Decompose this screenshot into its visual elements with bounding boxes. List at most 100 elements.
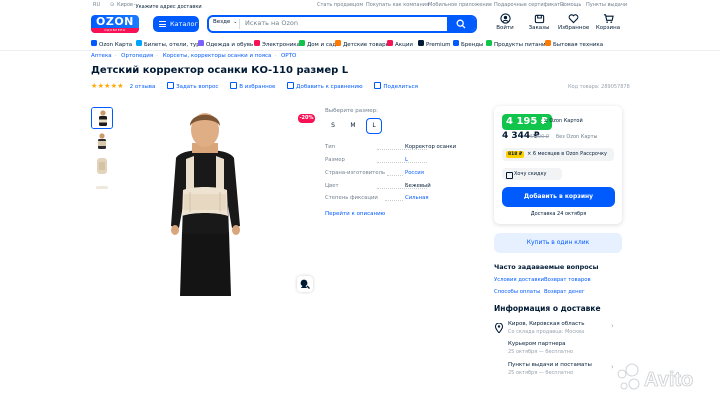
delivery-pickup[interactable]: Пункты выдачи и постаматы xyxy=(508,362,592,368)
breadcrumb-item[interactable]: Аптека xyxy=(91,53,112,59)
nav-item-kids[interactable]: Детские товары xyxy=(335,40,390,48)
spec-value: Бежевый xyxy=(405,183,431,189)
nav-item-food[interactable]: Продукты питания xyxy=(486,40,549,48)
regular-price-label: без Ozon Карты xyxy=(556,134,598,140)
thumbnail-4[interactable] xyxy=(91,179,113,189)
add-to-favorites-link[interactable]: В избранное xyxy=(230,84,275,90)
size-option-l[interactable]: L xyxy=(366,118,382,134)
delivery-courier: Курьером партнера xyxy=(508,341,566,347)
product-meta-row: ★★★★★ 2 отзыва Задать вопрос В избранное… xyxy=(91,82,428,92)
search-icon xyxy=(456,19,466,29)
delivery-courier-sub: 25 октября — бесплатно xyxy=(508,349,574,355)
nav-item-home[interactable]: Дом и сад xyxy=(299,40,336,48)
box-icon xyxy=(534,14,544,24)
product-code: Код товара: 289057878 xyxy=(568,84,630,90)
delivery-title: Информация о доставке xyxy=(494,304,601,313)
nav-item-brands[interactable]: Бренды xyxy=(453,40,483,48)
location-pin-icon: ⊙ xyxy=(110,2,115,8)
size-option-m[interactable]: M xyxy=(345,118,361,134)
spec-value: Корректор осанки xyxy=(405,144,457,150)
avito-watermark: Avito xyxy=(617,363,694,391)
add-to-cart-button[interactable]: Добавить в корзину xyxy=(502,187,615,207)
search-bar: Везде Искать на Ozon xyxy=(207,15,477,33)
breadcrumb-item[interactable]: ОРТО xyxy=(281,53,296,59)
share-link[interactable]: Поделиться xyxy=(374,84,418,90)
menu-icon xyxy=(159,21,166,27)
spec-value[interactable]: L xyxy=(405,157,408,163)
old-price: 5 200 ₽ xyxy=(530,134,550,140)
delivery-date: Доставка 24 октября xyxy=(530,211,587,217)
top-link-app[interactable]: Мобильное приложение xyxy=(428,2,492,8)
chevron-right-icon[interactable]: › xyxy=(611,322,614,330)
address-prompt-link[interactable]: · Укажите адрес доставки xyxy=(134,2,202,10)
header-favorites[interactable]: Избранное xyxy=(558,13,589,31)
faq-link-returns[interactable]: Возврат товаров xyxy=(544,277,591,283)
zoom-icon xyxy=(300,279,310,289)
add-to-compare-link[interactable]: Добавить к сравнению xyxy=(287,84,362,90)
spec-value[interactable]: Сильная xyxy=(405,195,429,201)
spec-value[interactable]: Россия xyxy=(405,170,424,176)
faq-title: Часто задаваемые вопросы xyxy=(494,263,599,271)
top-link-company[interactable]: Покупать как компания xyxy=(366,2,429,8)
spec-key: Страна-изготовитель xyxy=(325,170,386,176)
size-option-s[interactable]: S xyxy=(325,118,341,134)
faq-link-refund[interactable]: Возврат денег xyxy=(544,289,585,295)
reviews-link[interactable]: 2 отзыва xyxy=(130,84,156,90)
top-link-help[interactable]: Помощь xyxy=(560,2,581,8)
breadcrumb-item[interactable]: Ортопедия xyxy=(121,53,153,59)
spec-key: Цвет xyxy=(325,183,339,189)
zoom-button[interactable] xyxy=(297,276,313,292)
header-cart[interactable]: Корзина xyxy=(593,13,623,31)
nav-item-ozon-card[interactable]: Ozon Карта xyxy=(91,40,132,48)
ask-question-link[interactable]: Задать вопрос xyxy=(167,84,218,90)
delivery-address-sub: Со склада продавца: Москва xyxy=(508,329,585,335)
search-scope-select[interactable]: Везде xyxy=(213,19,237,25)
product-main-image[interactable] xyxy=(128,106,283,296)
ozon-logo[interactable]: OZON ОДОБРЕНО ПОКУПАТЕЛЯМИ xyxy=(91,15,139,33)
nav-item-tickets[interactable]: Билеты, отели, туры xyxy=(136,40,204,48)
nav-item-clothes[interactable]: Одежда и обувь xyxy=(198,40,253,48)
rating-stars[interactable]: ★★★★★ xyxy=(91,82,124,90)
city-link[interactable]: Киров xyxy=(117,2,133,8)
installment-amount: 818 ₽ xyxy=(506,151,525,158)
breadcrumb: Аптека · Ортопедия · Корсеты, корректоры о… xyxy=(91,53,297,59)
thumbnail-1[interactable] xyxy=(91,107,113,129)
discount-badge: -20% xyxy=(298,114,315,123)
installment-text: × 6 месяцев в Ozon Рассрочку xyxy=(527,151,607,157)
category-nav: Ozon Карта Билеты, отели, туры Одежда и … xyxy=(0,38,720,50)
header-login[interactable]: Войти xyxy=(490,13,520,31)
search-input[interactable]: Искать на Ozon xyxy=(245,19,298,27)
header-orders[interactable]: Заказы xyxy=(524,13,554,31)
nav-item-electronics[interactable]: Электроника xyxy=(254,40,300,48)
location-pin-icon xyxy=(495,323,503,333)
card-price-label: с Ozon Картой xyxy=(545,118,583,124)
nav-item-sales[interactable]: Акции xyxy=(387,40,413,48)
faq-link-delivery[interactable]: Условия доставки xyxy=(494,277,544,283)
spec-key: Тип xyxy=(325,144,336,150)
faq-link-payment[interactable]: Способы оплаты xyxy=(494,289,540,295)
cart-icon xyxy=(603,14,614,23)
catalog-button[interactable]: Каталог xyxy=(153,16,199,32)
nav-item-premium[interactable]: Premium xyxy=(418,40,450,48)
breadcrumb-item[interactable]: Корсеты, корректоры осанки и пояса xyxy=(163,53,272,59)
spec-row: Степень фиксации Сильная xyxy=(325,195,465,201)
nav-item-appliances[interactable]: Бытовая техника xyxy=(545,40,603,48)
spec-row: Размер L xyxy=(325,157,465,163)
installment-banner[interactable]: 818 ₽ × 6 месяцев в Ozon Рассрочку xyxy=(502,148,614,161)
top-link-seller[interactable]: Стать продавцом xyxy=(317,2,363,8)
go-to-description-link[interactable]: Перейти к описанию xyxy=(325,211,385,217)
top-link-pickup[interactable]: Пункты выдачи xyxy=(586,2,627,8)
heart-icon xyxy=(568,14,578,24)
delivery-address[interactable]: Киров, Кировская область xyxy=(508,321,585,327)
spec-row: Тип Корректор осанки xyxy=(325,144,465,150)
buy-one-click-button[interactable]: Купить в один клик xyxy=(494,233,622,253)
user-icon xyxy=(499,13,511,24)
want-discount-button[interactable]: Хочу скидку xyxy=(502,168,562,180)
spec-row: Цвет Бежевый xyxy=(325,183,465,189)
top-link-certificates[interactable]: Подарочные сертификаты xyxy=(494,2,564,8)
thumbnail-3[interactable] xyxy=(91,155,113,177)
search-button[interactable] xyxy=(447,17,475,31)
language-switch[interactable]: RU xyxy=(93,2,100,8)
thumbnail-2[interactable] xyxy=(91,131,113,153)
page-title: Детский корректор осанки КО-110 размер L xyxy=(91,65,349,76)
